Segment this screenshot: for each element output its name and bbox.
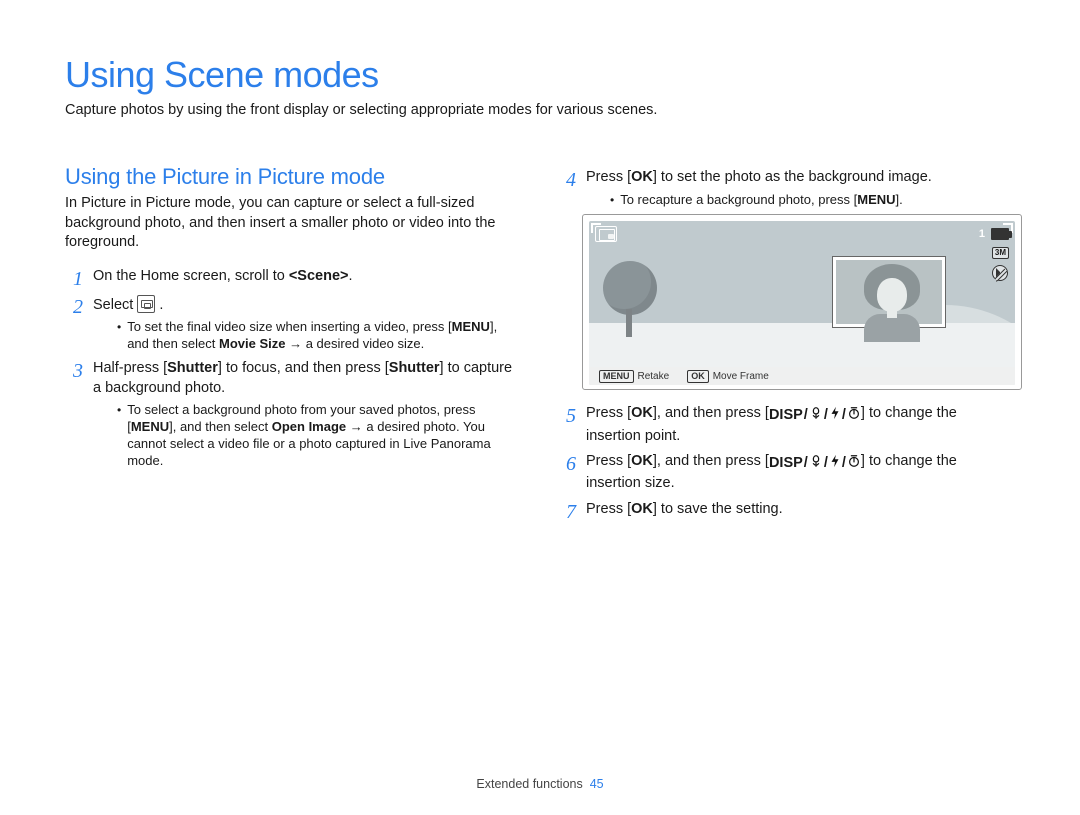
scene-tag: <Scene> — [289, 268, 349, 284]
step-number: 7 — [558, 500, 576, 522]
step-7: 7 Press [OK] to save the setting. — [558, 500, 1015, 522]
section-intro: In Picture in Picture mode, you can capt… — [65, 194, 522, 253]
timer-icon — [847, 406, 861, 427]
retake-label: MENU Retake — [599, 370, 669, 383]
battery-icon — [991, 228, 1009, 240]
flash-off-icon — [992, 265, 1008, 281]
macro-icon — [809, 454, 823, 475]
flash-icon — [829, 406, 841, 427]
step-2: 2 Select . To set the final video size w… — [65, 295, 522, 353]
ok-tag: OK — [687, 370, 709, 383]
ok-button-label: OK — [631, 169, 653, 185]
pip-mode-icon — [595, 226, 617, 242]
shot-counter: 1 — [979, 228, 985, 240]
step-text: On the Home screen, scroll to — [93, 268, 289, 284]
move-frame-label: OK Move Frame — [687, 370, 769, 383]
menu-button-label: MENU — [131, 419, 169, 434]
nav-keys: DISP/ / / — [769, 454, 861, 475]
camera-screenshot: 1 3M MENU Retake OK — [582, 214, 1022, 390]
ok-button-label: OK — [631, 405, 653, 421]
menu-button-label: MENU — [452, 319, 490, 334]
step-text: Select — [93, 297, 137, 313]
shutter-label: Shutter — [389, 360, 440, 376]
step-number: 3 — [65, 359, 83, 470]
section-heading: Using the Picture in Picture mode — [65, 164, 522, 190]
step-6: 6 Press [OK], and then press [ DISP/ / / — [558, 452, 1015, 494]
macro-icon — [809, 406, 823, 427]
step-3: 3 Half-press [Shutter] to focus, and the… — [65, 359, 522, 470]
step-1: 1 On the Home screen, scroll to <Scene>. — [65, 267, 522, 289]
right-column: 4 Press [OK] to set the photo as the bac… — [558, 138, 1015, 528]
size-badge: 3M — [992, 247, 1009, 259]
ok-button-label: OK — [631, 501, 653, 517]
step-4: 4 Press [OK] to set the photo as the bac… — [558, 168, 1015, 208]
page-subtitle: Capture photos by using the front displa… — [65, 102, 1015, 118]
step-number: 5 — [558, 404, 576, 446]
flash-icon — [829, 454, 841, 475]
pip-inset — [833, 257, 945, 327]
shutter-label: Shutter — [167, 360, 218, 376]
step-number: 1 — [65, 267, 83, 289]
menu-button-label: MENU — [857, 192, 895, 207]
ok-button-label: OK — [631, 453, 653, 469]
left-column: Using the Picture in Picture mode In Pic… — [65, 138, 522, 528]
menu-tag: MENU — [599, 370, 634, 383]
footer-section: Extended functions — [476, 777, 582, 791]
movie-size-label: Movie Size — [219, 336, 285, 351]
step-number: 4 — [558, 168, 576, 208]
pip-mode-icon — [137, 295, 155, 313]
page-number: 45 — [590, 777, 604, 791]
page-footer: Extended functions 45 — [0, 777, 1080, 791]
timer-icon — [847, 454, 861, 475]
page-title: Using Scene modes — [65, 54, 1015, 96]
step-number: 2 — [65, 295, 83, 353]
step-number: 6 — [558, 452, 576, 494]
open-image-label: Open Image — [272, 419, 346, 434]
nav-keys: DISP/ / / — [769, 406, 861, 427]
step-5: 5 Press [OK], and then press [ DISP/ / / — [558, 404, 1015, 446]
